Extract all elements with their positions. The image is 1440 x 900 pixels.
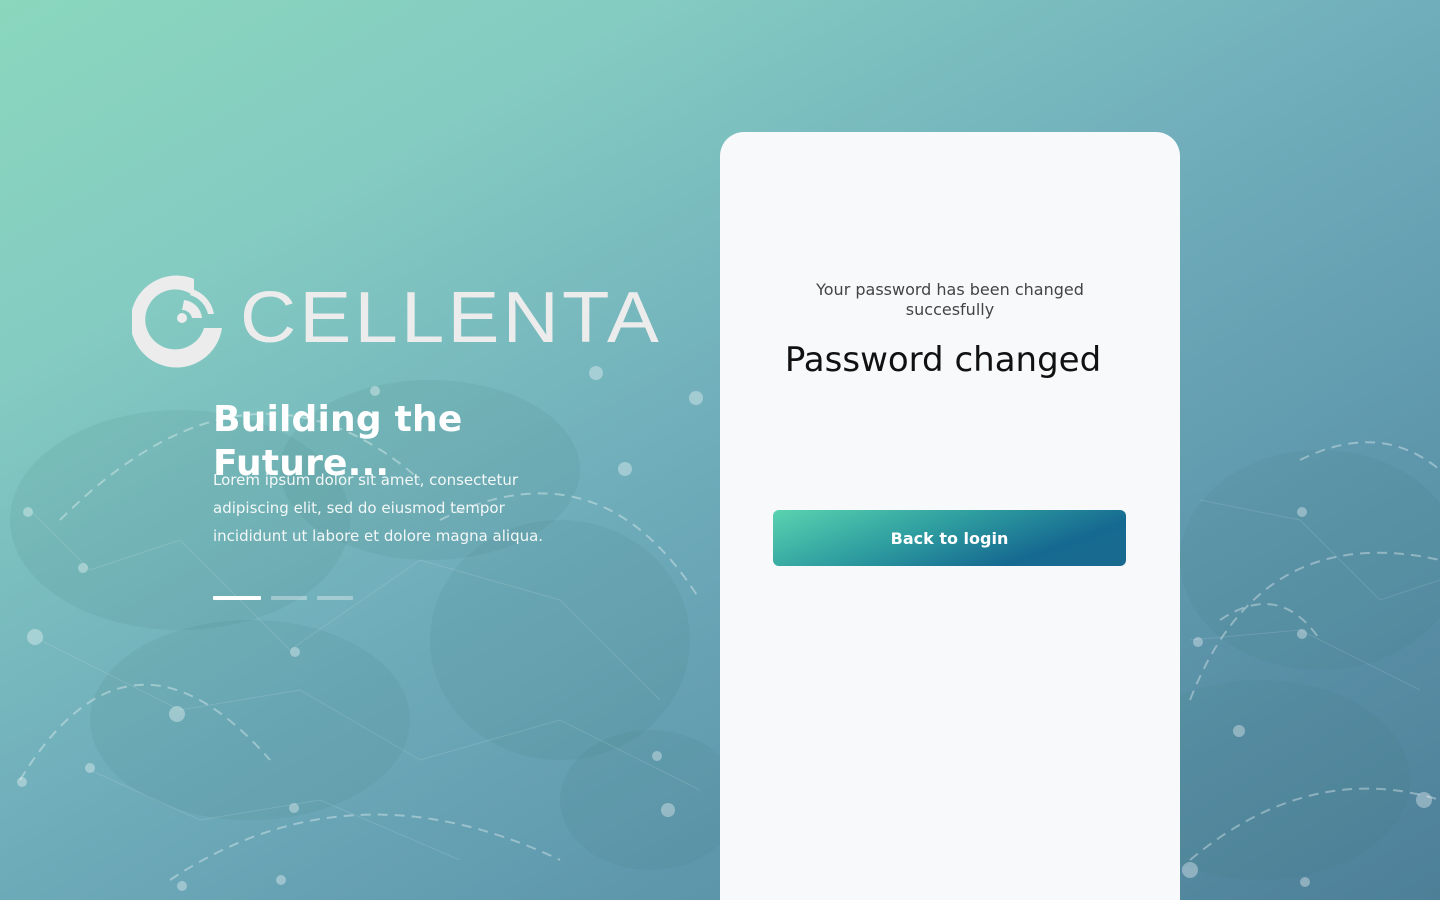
brand-wordmark: CELLENTA [240, 278, 663, 358]
carousel-dot-2[interactable] [271, 596, 307, 600]
card-message: Your password has been changed succesful… [816, 280, 1084, 319]
brand-logo: CELLENTA [132, 270, 659, 370]
hero-description: Lorem ipsum dolor sit amet, consectetur … [213, 471, 544, 545]
page: CELLENTA Building the Future... Lorem ip… [0, 0, 1440, 900]
carousel-indicators [213, 596, 353, 600]
card-title: Password changed [784, 340, 1102, 380]
carousel-dot-3[interactable] [317, 596, 353, 600]
signal-ring-icon [132, 275, 222, 368]
carousel-dot-1[interactable] [213, 596, 261, 600]
back-to-login-button[interactable]: Back to login [773, 510, 1126, 566]
